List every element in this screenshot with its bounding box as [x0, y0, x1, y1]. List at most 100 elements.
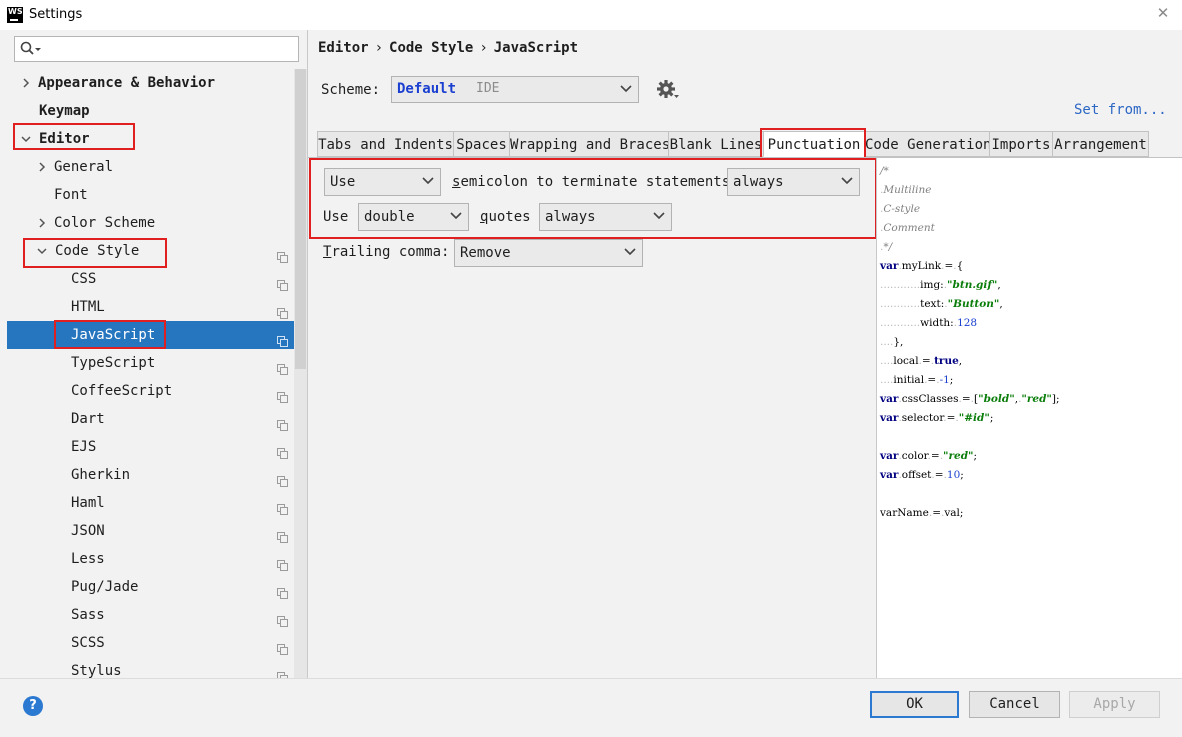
- sidebar-item-html[interactable]: HTML: [7, 293, 294, 321]
- scheme-copy-icon: [277, 245, 288, 263]
- title-bar: [0, 0, 1182, 30]
- sidebar-item-json[interactable]: JSON: [7, 517, 294, 545]
- editor-highlight-box: [13, 123, 135, 150]
- tab-arrangement[interactable]: Arrangement: [1052, 131, 1149, 157]
- set-from-link[interactable]: Set from...: [1074, 102, 1167, 118]
- code-preview-panel: /* .Multiline .C-style .Comment .*/ var.myLin…: [876, 157, 1182, 679]
- sidebar-item-label: Keymap: [39, 103, 90, 119]
- punctuation-highlight-box: [309, 158, 877, 239]
- sidebar-item-coffeescript[interactable]: CoffeeScript: [7, 377, 294, 405]
- scheme-copy-icon: [277, 357, 288, 375]
- sidebar-item-general[interactable]: General: [7, 153, 294, 181]
- scheme-copy-icon: [277, 609, 288, 627]
- tab-blank-lines[interactable]: Blank Lines: [668, 131, 764, 157]
- sidebar-item-label: JSON: [71, 523, 105, 539]
- sidebar-item-css[interactable]: CSS: [7, 265, 294, 293]
- sidebar-item-label: Font: [54, 187, 88, 203]
- sidebar-item-label: TypeScript: [71, 355, 156, 371]
- scheme-copy-icon: [277, 385, 288, 403]
- code-preview-line: ............width:.128: [880, 317, 978, 329]
- sidebar-item-label: CSS: [71, 271, 97, 287]
- trailing-comma-value: Remove: [460, 245, 511, 261]
- chevron-right-icon[interactable]: [35, 209, 49, 239]
- scheme-copy-icon: [277, 525, 288, 543]
- search-icon: [20, 41, 41, 55]
- trailing-comma-select[interactable]: Remove: [454, 239, 643, 267]
- code-preview-line: var.cssClasses.=.["bold",."red"];: [880, 393, 1060, 405]
- trailing-comma-label: Trailing comma:: [323, 244, 450, 260]
- chevron-right-icon[interactable]: [35, 153, 49, 183]
- sidebar-item-appearance-behavior[interactable]: Appearance & Behavior: [7, 69, 294, 97]
- sidebar-item-sass[interactable]: Sass: [7, 601, 294, 629]
- breadcrumb: Editor › Code Style › JavaScript: [318, 40, 578, 56]
- settings-search-input[interactable]: [14, 36, 299, 62]
- breadcrumb-code-style: Code Style: [389, 40, 474, 56]
- tab-tabs-and-indents[interactable]: Tabs and Indents: [317, 131, 454, 157]
- scheme-name: Default: [397, 81, 457, 97]
- scheme-copy-icon: [277, 637, 288, 655]
- sidebar-item-scss[interactable]: SCSS: [7, 629, 294, 657]
- scheme-copy-icon: [277, 413, 288, 431]
- punctuation-tab-highlight-box: [760, 128, 866, 159]
- code-preview-line: ............text:."Button",: [880, 298, 1003, 310]
- chevron-down-icon: [620, 85, 632, 93]
- code-preview-line: var.selector.=."#id";: [880, 412, 994, 424]
- code-preview-line: var.color.=."red";: [880, 450, 978, 462]
- sidebar-item-ejs[interactable]: EJS: [7, 433, 294, 461]
- sidebar-item-label: CoffeeScript: [71, 383, 173, 399]
- scheme-select[interactable]: Default IDE: [391, 76, 639, 103]
- sidebar-item-label: Color Scheme: [54, 215, 156, 231]
- scheme-label: Scheme:: [321, 82, 381, 98]
- code-preview-line: var.offset.=.10;: [880, 469, 964, 481]
- chevron-down-icon: [624, 248, 636, 256]
- cancel-button[interactable]: Cancel: [969, 691, 1060, 718]
- code-preview-line: .C-style: [880, 203, 921, 215]
- code-preview-line: /*: [880, 165, 889, 177]
- sidebar-item-font[interactable]: Font: [7, 181, 294, 209]
- sidebar-item-label: Haml: [71, 495, 105, 511]
- tab-spaces[interactable]: Spaces: [453, 131, 510, 157]
- chevron-right-icon[interactable]: [19, 69, 33, 99]
- gear-icon[interactable]: [656, 80, 680, 104]
- scheme-copy-icon: [277, 581, 288, 599]
- code-preview-line: .Comment: [880, 222, 935, 234]
- tab-imports[interactable]: Imports: [989, 131, 1053, 157]
- scheme-copy-icon: [277, 497, 288, 515]
- javascript-highlight-box: [54, 320, 166, 349]
- sidebar-item-pug-jade[interactable]: Pug/Jade: [7, 573, 294, 601]
- sidebar-item-typescript[interactable]: TypeScript: [7, 349, 294, 377]
- webstorm-app-icon: WS: [7, 7, 23, 23]
- scheme-copy-icon: [277, 329, 288, 347]
- sidebar-item-label: HTML: [71, 299, 105, 315]
- code-preview-line: varName.=.val;: [880, 507, 964, 519]
- code-preview-line: ....},: [880, 336, 904, 348]
- code-style-highlight-box: [23, 238, 167, 268]
- sidebar-item-label: Appearance & Behavior: [38, 75, 216, 91]
- sidebar-item-keymap[interactable]: Keymap: [7, 97, 294, 125]
- window-title: Settings: [29, 7, 83, 22]
- sidebar-item-haml[interactable]: Haml: [7, 489, 294, 517]
- code-preview-line: ....initial.=.-1;: [880, 374, 954, 386]
- tab-wrapping-and-braces[interactable]: Wrapping and Braces: [509, 131, 670, 157]
- sidebar-item-gherkin[interactable]: Gherkin: [7, 461, 294, 489]
- scheme-copy-icon: [277, 301, 288, 319]
- sidebar-item-label: Dart: [71, 411, 105, 427]
- breadcrumb-separator: ›: [374, 40, 384, 56]
- sidebar-item-color-scheme[interactable]: Color Scheme: [7, 209, 294, 237]
- scheme-copy-icon: [277, 553, 288, 571]
- ok-button[interactable]: OK: [870, 691, 959, 718]
- code-preview-line: ............img:."btn.gif",: [880, 279, 1001, 291]
- sidebar-item-label: SCSS: [71, 635, 105, 651]
- scheme-copy-icon: [277, 273, 288, 291]
- apply-button[interactable]: Apply: [1069, 691, 1160, 718]
- sidebar-item-less[interactable]: Less: [7, 545, 294, 573]
- sidebar-item-label: Pug/Jade: [71, 579, 139, 595]
- close-window-button[interactable]: ✕: [1150, 2, 1176, 24]
- breadcrumb-editor: Editor: [318, 40, 369, 56]
- help-button[interactable]: ?: [23, 696, 43, 716]
- sidebar-item-dart[interactable]: Dart: [7, 405, 294, 433]
- sidebar-item-label: Sass: [71, 607, 105, 623]
- tab-code-generation[interactable]: Code Generation: [864, 131, 991, 157]
- sidebar-item-label: General: [54, 159, 114, 175]
- sidebar-scrollbar-thumb[interactable]: [295, 69, 306, 369]
